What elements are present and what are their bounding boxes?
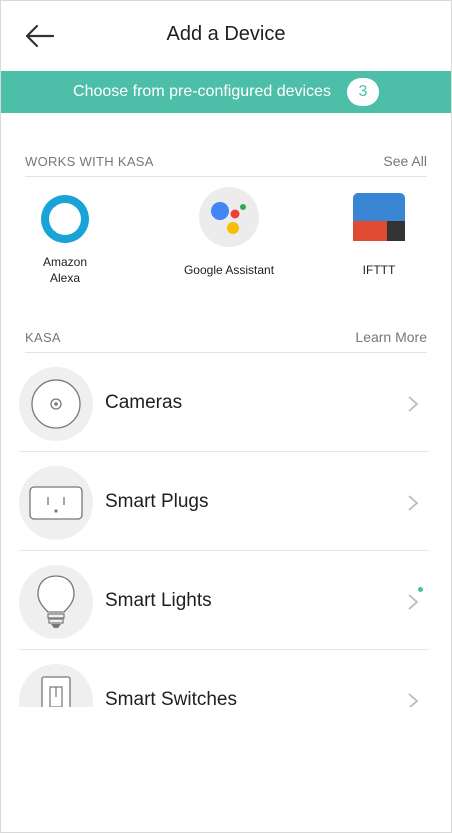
partner-label: IFTTT — [362, 263, 396, 277]
device-label: Cameras — [105, 392, 183, 413]
device-row-smart-switches[interactable]: Smart Switches — [19, 650, 429, 707]
plug-icon — [29, 486, 83, 520]
device-row-smart-lights[interactable]: Smart Lights — [19, 551, 429, 650]
chevron-right-icon — [408, 495, 419, 511]
chevron-right-icon — [408, 594, 419, 610]
switch-icon — [41, 676, 71, 707]
app-screen: Add a Device Choose from pre-configured … — [0, 0, 452, 833]
device-icon-circle — [19, 565, 93, 639]
kasa-header: KASA Learn More — [25, 322, 427, 353]
count-badge: 3 — [346, 78, 379, 106]
google-assistant-icon — [199, 187, 259, 247]
device-icon-circle — [19, 466, 93, 540]
partner-ifttt[interactable]: IFTTT — [344, 191, 414, 278]
alexa-icon — [41, 195, 89, 243]
page-title: Add a Device — [166, 23, 286, 45]
section-title: KASA — [25, 329, 61, 345]
device-label: Smart Switches — [105, 689, 237, 707]
device-label: Smart Lights — [105, 590, 212, 611]
partner-label: Google Assistant — [183, 263, 275, 277]
section-title: WORKS WITH KASA — [25, 153, 154, 169]
device-row-smart-plugs[interactable]: Smart Plugs — [19, 452, 429, 551]
camera-icon — [31, 379, 81, 429]
partner-label: Amazon Alexa — [42, 255, 88, 285]
notification-dot — [418, 587, 423, 592]
partner-google-assistant[interactable]: Google Assistant — [169, 187, 289, 278]
device-icon-circle — [19, 664, 93, 707]
device-label: Smart Plugs — [105, 491, 209, 512]
top-bar: Add a Device — [1, 1, 451, 71]
device-list: Cameras Smart Plugs Smart Lights Smart S… — [1, 353, 451, 707]
preconfigured-devices-banner[interactable]: Choose from pre-configured devices 3 — [1, 71, 451, 113]
see-all-link[interactable]: See All — [383, 153, 427, 169]
learn-more-link[interactable]: Learn More — [355, 329, 427, 345]
works-with-kasa-header: WORKS WITH KASA See All — [25, 146, 427, 177]
bulb-icon — [37, 575, 75, 628]
banner-text: Choose from pre-configured devices — [73, 83, 331, 100]
partner-alexa[interactable]: Amazon Alexa — [31, 191, 99, 286]
device-row-cameras[interactable]: Cameras — [19, 353, 429, 452]
ifttt-icon — [353, 193, 405, 241]
chevron-right-icon — [408, 396, 419, 412]
device-icon-circle — [19, 367, 93, 441]
chevron-right-icon — [408, 693, 419, 707]
